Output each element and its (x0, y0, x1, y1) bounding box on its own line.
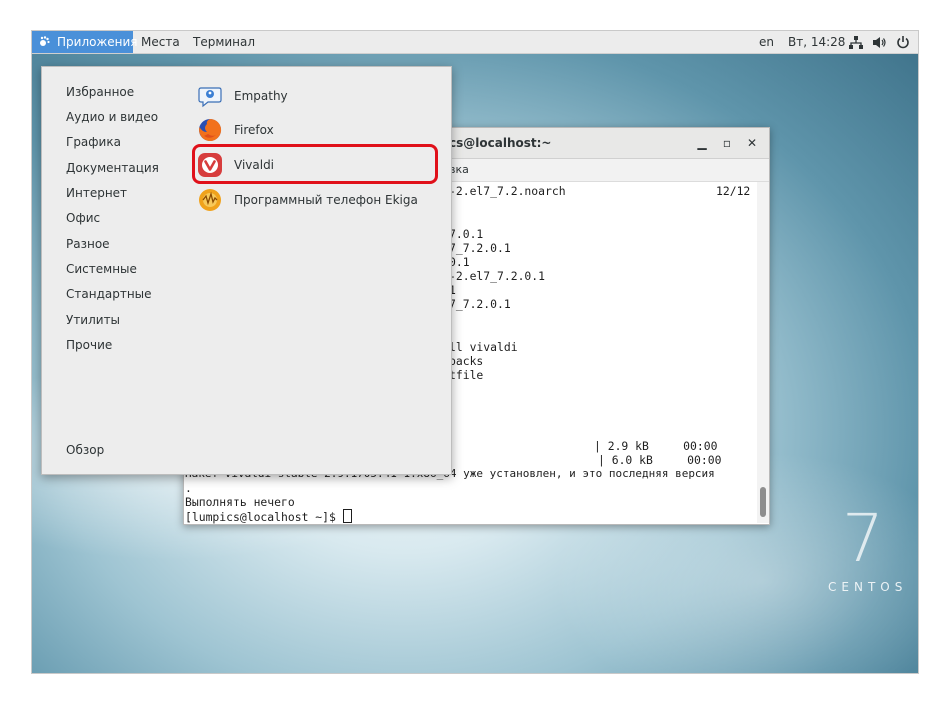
category-favorites[interactable]: Избранное (66, 83, 134, 101)
terminal-line: 12/12 (716, 184, 751, 198)
app-label: Empathy (234, 89, 288, 103)
firefox-icon (199, 118, 222, 141)
category-misc[interactable]: Разное (66, 235, 110, 253)
app-label: Программный телефон Ekiga (234, 193, 418, 207)
terminal-line: tfile (449, 368, 484, 382)
terminal-prompt: [lumpics@localhost ~]$ (185, 510, 343, 524)
app-label: Firefox (234, 123, 274, 137)
keyboard-layout-indicator[interactable]: en (759, 31, 774, 53)
volume-icon[interactable] (873, 36, 887, 49)
gnome-foot-icon (40, 36, 50, 46)
terminal-line: . (185, 481, 192, 495)
app-item-firefox[interactable]: Firefox (198, 118, 438, 144)
category-audio-video[interactable]: Аудио и видео (66, 108, 158, 126)
category-documentation[interactable]: Документация (66, 159, 159, 177)
terminal-line: Выполнять нечего (185, 495, 295, 509)
terminal-line: 7_7.2.0.1 (449, 241, 511, 255)
scrollbar-thumb[interactable] (760, 487, 766, 517)
terminal-line: 7.0.1 (449, 227, 484, 241)
ekiga-icon (199, 189, 221, 211)
minimize-button[interactable]: ▁ (694, 135, 710, 151)
terminal-line: 7_7.2.0.1 (449, 297, 511, 311)
category-graphics[interactable]: Графика (66, 133, 121, 151)
applications-menu-button[interactable]: Приложения (32, 31, 138, 53)
terminal-cursor (342, 509, 352, 523)
terminal-line: 0.1 (449, 255, 470, 269)
category-other[interactable]: Прочие (66, 336, 112, 354)
terminal-line: -2.el7_7.2.0.1 (449, 269, 546, 283)
empathy-icon (198, 87, 222, 108)
category-office[interactable]: Офис (66, 209, 100, 227)
category-system[interactable]: Системные (66, 260, 137, 278)
applications-label: Приложения (57, 35, 138, 49)
places-menu-button[interactable]: Места (141, 31, 180, 53)
terminal-title: cs@localhost:~ (449, 136, 552, 150)
app-item-ekiga[interactable]: Программный телефон Ekiga (198, 188, 438, 214)
terminal-prompt-line: [lumpics@localhost ~]$ (185, 509, 352, 524)
overview-link[interactable]: Обзор (66, 441, 104, 459)
centos-wordmark: CENTOS (828, 580, 908, 594)
category-standard[interactable]: Стандартные (66, 285, 152, 303)
terminal-line: | 6.0 kB 00:00 (598, 453, 722, 467)
top-bar: Приложения Места Терминал en Вт, 14:28 (32, 31, 918, 54)
terminal-app-menu-button[interactable]: Терминал (193, 31, 255, 53)
centos-version-number: 7 (842, 500, 884, 577)
terminal-line: ll vivaldi (449, 340, 518, 354)
maximize-button[interactable]: ▫ (719, 135, 735, 151)
terminal-scrollbar[interactable] (757, 182, 769, 523)
network-icon[interactable] (849, 36, 863, 49)
category-internet[interactable]: Интернет (66, 184, 127, 202)
clock[interactable]: Вт, 14:28 (788, 31, 845, 53)
app-item-empathy[interactable]: Empathy (198, 84, 438, 110)
category-utilities[interactable]: Утилиты (66, 311, 120, 329)
close-button[interactable]: ✕ (744, 135, 760, 151)
applications-menu-popup: Избранное Аудио и видео Графика Документ… (41, 66, 452, 475)
vivaldi-highlight-frame (192, 144, 438, 184)
power-icon[interactable] (896, 35, 910, 49)
terminal-line: | 2.9 kB 00:00 (594, 439, 718, 453)
terminal-line: -2.el7_7.2.noarch (449, 184, 566, 198)
desktop: Приложения Места Терминал en Вт, 14:28 c… (32, 31, 918, 673)
terminal-line: packs (449, 354, 484, 368)
